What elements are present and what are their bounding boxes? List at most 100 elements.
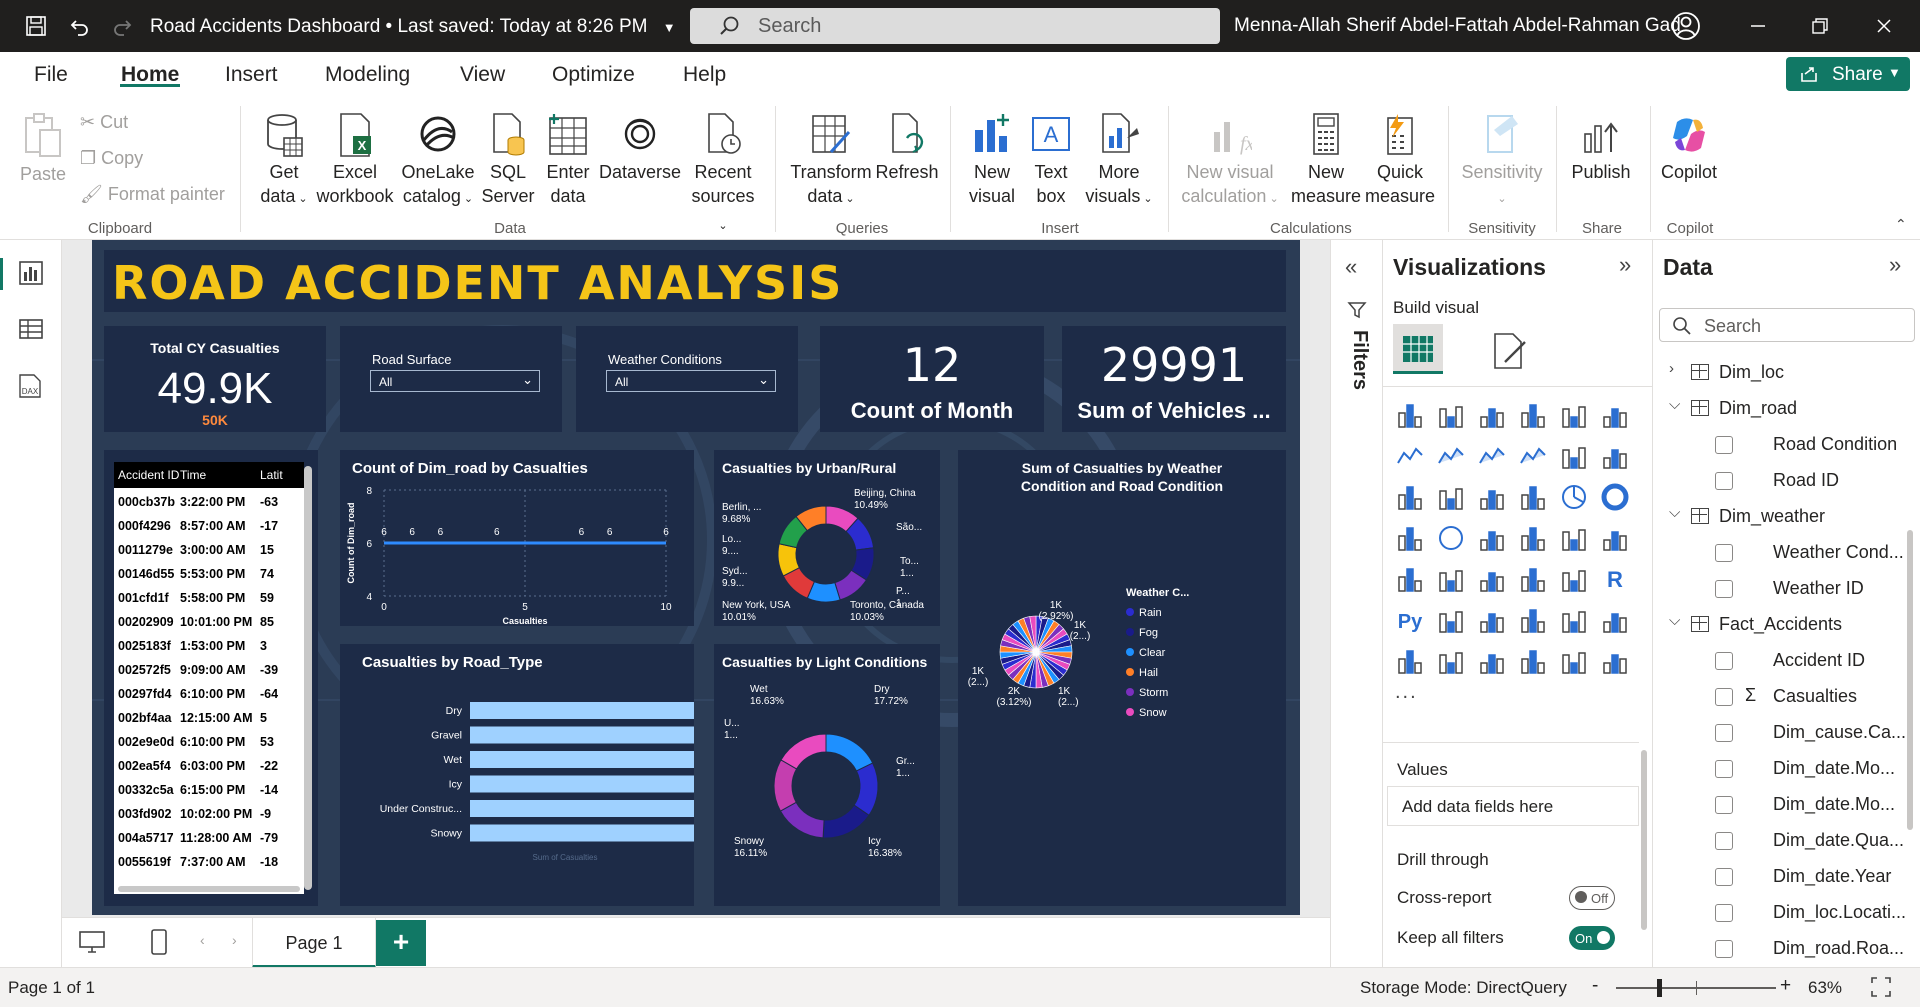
paginated-report-icon[interactable] (1600, 605, 1632, 637)
scatter-chart-icon[interactable] (1518, 482, 1550, 514)
data-field-node[interactable]: Accident ID (1653, 646, 1903, 676)
viz-pane-scrollbar[interactable] (1641, 750, 1647, 930)
key-influencers-icon[interactable] (1436, 605, 1468, 637)
metrics-icon[interactable] (1518, 646, 1550, 678)
slicer-weather-conditions[interactable]: Weather Conditions All ⌄ (576, 326, 798, 432)
tab-help[interactable]: Help (683, 63, 726, 87)
card-icon[interactable] (1600, 523, 1632, 555)
data-table-node[interactable]: ⌵ Fact_Accidents (1653, 610, 1903, 640)
share-button[interactable]: Share ▼ (1786, 57, 1910, 91)
trophy-icon[interactable] (1395, 646, 1427, 678)
data-field-node[interactable]: Dim_loc.Locati... (1653, 898, 1906, 928)
copy-button[interactable]: ❐ Copy (80, 148, 143, 169)
field-checkbox[interactable] (1715, 724, 1733, 742)
slicer-icon[interactable] (1477, 564, 1509, 596)
new-measure-button[interactable]: New measure (1288, 112, 1364, 208)
data-field-node[interactable]: Dim_date.Year (1653, 862, 1903, 892)
kpi-count-of-month[interactable]: 12 Count of Month (820, 326, 1044, 432)
power-apps-icon[interactable] (1436, 646, 1468, 678)
chevron-right-icon[interactable]: › (232, 932, 237, 948)
table-row[interactable]: 00332c5a 6:15:00 PM -14 (114, 778, 304, 802)
chevron-left-icon[interactable]: ‹ (200, 932, 205, 948)
copilot-button[interactable]: Copilot (1656, 112, 1722, 184)
report-view-icon[interactable] (18, 260, 44, 291)
document-title[interactable]: Road Accidents Dashboard • Last saved: T… (150, 16, 676, 38)
page-tab-1[interactable]: Page 1 (252, 918, 376, 968)
kpi-sum-of-vehicles[interactable]: 29991 Sum of Vehicles ... (1062, 326, 1286, 432)
new-card-icon[interactable] (1477, 646, 1509, 678)
more-visuals-ellipsis[interactable]: ... (1395, 681, 1418, 704)
tab-optimize[interactable]: Optimize (552, 63, 635, 87)
python-visual-icon[interactable]: Py (1395, 605, 1427, 637)
table-row[interactable]: 0011279e 3:00:00 AM 15 (114, 538, 304, 562)
zoom-in-button[interactable]: + (1780, 975, 1791, 997)
smart-narrative-icon[interactable] (1559, 605, 1591, 637)
kpi-icon[interactable] (1436, 564, 1468, 596)
waterfall-chart-icon[interactable] (1436, 482, 1468, 514)
sql-server-button[interactable]: SQL Server (480, 112, 536, 208)
format-painter-button[interactable]: 🖌 Format painter (80, 184, 225, 205)
tab-view[interactable]: View (460, 63, 505, 87)
data-field-node[interactable]: Dim_cause.Ca... (1653, 718, 1906, 748)
ribbon-chart-icon[interactable] (1395, 482, 1427, 514)
field-checkbox[interactable] (1715, 688, 1733, 706)
field-checkbox[interactable] (1715, 940, 1733, 958)
zoom-slider-thumb[interactable] (1657, 979, 1662, 997)
data-field-node[interactable]: Weather Cond... (1653, 538, 1904, 568)
multi-row-card-icon[interactable] (1395, 564, 1427, 596)
table-row[interactable]: 000f4296 8:57:00 AM -17 (114, 514, 304, 538)
new-visual-calculation-button[interactable]: fx New visual calculation ⌄ (1180, 112, 1280, 211)
tab-insert[interactable]: Insert (225, 63, 278, 87)
expand-right-icon[interactable]: » (1619, 252, 1631, 278)
global-search[interactable]: Search (690, 8, 1220, 44)
transform-data-button[interactable]: Transform data ⌄ (788, 112, 874, 211)
chevron-down-icon[interactable]: ⌵ (1669, 396, 1680, 413)
enter-data-button[interactable]: Enter data (538, 112, 598, 208)
line-clustered-column-icon[interactable] (1600, 441, 1632, 473)
slicer-road-surface-dropdown[interactable]: All ⌄ (370, 370, 540, 392)
100-stacked-bar-chart-icon[interactable] (1559, 400, 1591, 432)
filters-pane-collapsed[interactable]: « Filters (1330, 240, 1382, 967)
matrix-icon[interactable] (1559, 564, 1591, 596)
data-field-node[interactable]: Road Condition (1653, 430, 1903, 460)
line-stacked-column-icon[interactable] (1559, 441, 1591, 473)
table-horizontal-scrollbar[interactable] (118, 886, 300, 892)
zoom-out-button[interactable]: - (1592, 975, 1598, 997)
line-chart-icon[interactable] (1395, 441, 1427, 473)
table-row[interactable]: 002ea5f4 6:03:00 PM -22 (114, 754, 304, 778)
fit-to-page-icon[interactable] (1870, 976, 1892, 1003)
stacked-area-chart-icon[interactable] (1477, 441, 1509, 473)
recent-sources-button[interactable]: Recent sources ⌄ (688, 112, 758, 238)
tab-modeling[interactable]: Modeling (325, 63, 410, 87)
values-drop-zone[interactable]: Add data fields here (1387, 786, 1639, 826)
stacked-bar-chart-icon[interactable] (1395, 400, 1427, 432)
table-row[interactable]: 00297fd4 6:10:00 PM -64 (114, 682, 304, 706)
funnel-chart-icon[interactable] (1477, 482, 1509, 514)
restore-icon[interactable] (1806, 12, 1834, 40)
table-row[interactable]: 00146d55 5:53:00 PM 74 (114, 562, 304, 586)
data-pane-scrollbar[interactable] (1907, 530, 1913, 830)
table-row[interactable]: 004a5717 11:28:00 AM -79 (114, 826, 304, 850)
accidents-table[interactable]: Accident ID Time Latit 000cb37b 3:22:00 PM -… (104, 450, 318, 906)
dax-query-view-icon[interactable]: DAX (16, 372, 44, 405)
zoom-level[interactable]: 63% (1808, 978, 1842, 998)
data-field-node[interactable]: Road ID (1653, 466, 1903, 496)
field-checkbox[interactable] (1715, 796, 1733, 814)
data-table-node[interactable]: › Dim_loc (1653, 358, 1903, 388)
table-row[interactable]: 0025183f 1:53:00 PM 3 (114, 634, 304, 658)
data-field-node[interactable]: Dim_date.Qua... (1653, 826, 1904, 856)
chevron-down-icon[interactable]: ▼ (663, 20, 676, 35)
data-field-node[interactable]: Dim_date.Mo... (1653, 754, 1903, 784)
100-stacked-column-chart-icon[interactable] (1600, 400, 1632, 432)
quick-measure-button[interactable]: Quick measure (1362, 112, 1438, 208)
onelake-catalog-button[interactable]: OneLake catalog ⌄ (398, 112, 478, 211)
field-checkbox[interactable] (1715, 544, 1733, 562)
power-automate-icon[interactable] (1600, 646, 1632, 678)
treemap-icon[interactable] (1395, 523, 1427, 555)
data-field-node[interactable]: Dim_date.Mo... (1653, 790, 1903, 820)
table-row[interactable]: 002bf4aa 12:15:00 AM 5 (114, 706, 304, 730)
chart-casualties-by-urban-rural[interactable]: Casualties by Urban/Rural Beijing, China… (714, 450, 940, 626)
table-row[interactable]: 002572f5 9:09:00 AM -39 (114, 658, 304, 682)
clustered-bar-chart-icon[interactable] (1477, 400, 1509, 432)
more-visuals-button[interactable]: More visuals ⌄ (1084, 112, 1154, 211)
